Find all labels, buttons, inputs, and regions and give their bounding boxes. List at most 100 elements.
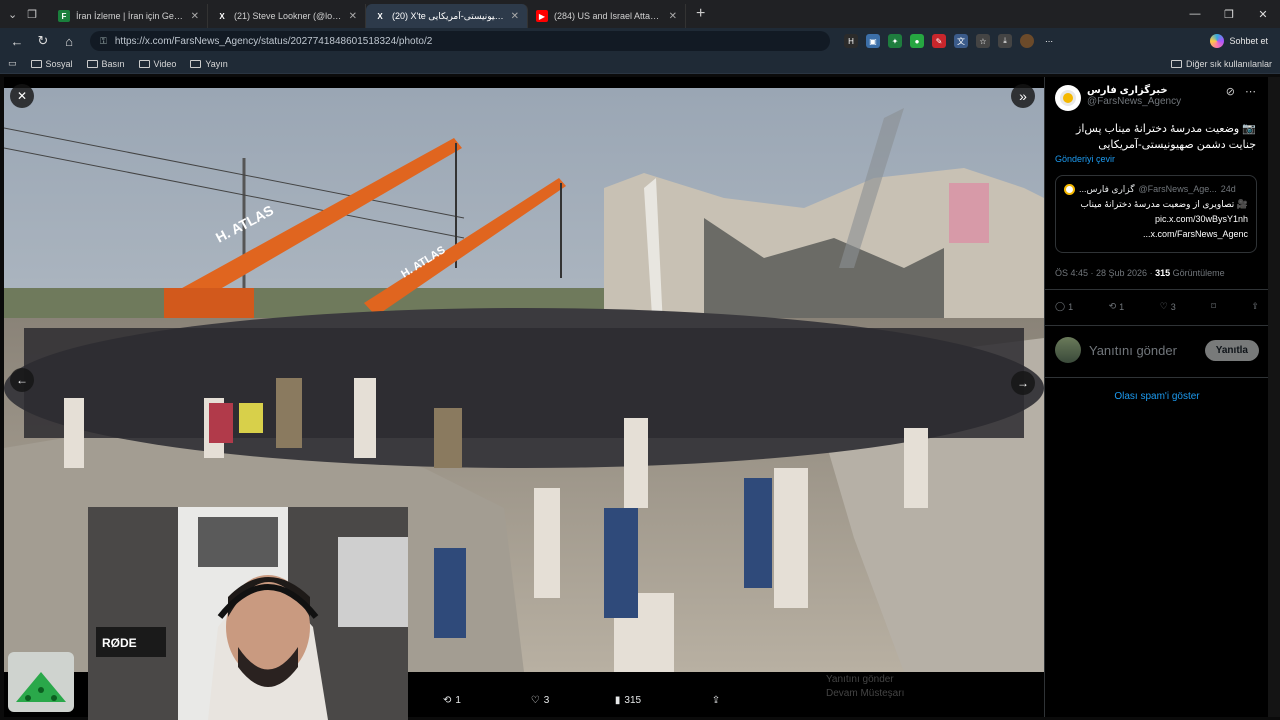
close-tab-icon[interactable]: ✕ xyxy=(669,11,677,22)
quote-age: 24d xyxy=(1220,184,1236,194)
quote-author-name: ...گزاری فارس xyxy=(1079,184,1135,194)
tab-fars-news[interactable]: X (20) X'te خبرگزاری فارس: "وضعیت مدرسهٔ… xyxy=(366,4,528,28)
copilot-button[interactable]: Sohbet et xyxy=(1210,34,1274,48)
photo-action-bar: ⟲ 1 ♡ 3 ▮ 315 ⇪ xyxy=(408,688,808,712)
tab-iran-izleme[interactable]: F İran İzleme | İran için Gerçek Zama ✕ xyxy=(50,4,208,28)
tab-title: (21) Steve Lookner (@lookner) / X xyxy=(234,11,343,21)
sticker-image xyxy=(8,652,74,712)
tab-list-icon[interactable]: ⌄ xyxy=(8,8,17,21)
address-bar-row: ← ↻ ⌂ ⚿ https://x.com/FarsNews_Agency/st… xyxy=(0,28,1280,54)
x-logo-icon: X xyxy=(377,11,383,21)
show-spam-link[interactable]: Olası spam'i göster xyxy=(1045,391,1269,402)
next-photo-button[interactable]: → xyxy=(1011,371,1035,395)
reply-stat[interactable]: ◯ 1 xyxy=(1055,301,1073,312)
tweet-timestamp[interactable]: ÖS 4:45 · 28 Şub 2026 · xyxy=(1055,268,1155,278)
extension-icon[interactable]: ● xyxy=(910,34,924,48)
reply-input[interactable]: Yanıtını gönder xyxy=(1089,343,1197,358)
close-tab-icon[interactable]: ✕ xyxy=(191,11,199,22)
tweet-views-label: Görüntüleme xyxy=(1170,268,1225,278)
tab-youtube[interactable]: ▶ (284) US and Israel Attack Iran - LI ✕ xyxy=(528,4,686,28)
quote-link-1[interactable]: pic.x.com/30wBysY1nh xyxy=(1064,212,1248,227)
tweet-author[interactable]: خبرگزاری فارس @FarsNews_Agency xyxy=(1055,85,1181,111)
bookmarks-bar: ▭ Sosyal Basın Video Yayın Diğer sık kul… xyxy=(0,54,1280,74)
divider xyxy=(1045,289,1269,290)
bookmark-folder-basin[interactable]: Basın xyxy=(86,58,125,69)
author-avatar[interactable] xyxy=(1055,85,1081,111)
previous-photo-button[interactable]: ← xyxy=(10,368,34,392)
back-icon[interactable]: ← xyxy=(6,34,28,49)
folder-icon xyxy=(138,59,150,68)
bookmark-label: Yayın xyxy=(205,58,228,69)
more-icon[interactable]: ⋯ xyxy=(1042,34,1056,48)
home-icon[interactable]: ⌂ xyxy=(58,34,80,49)
translate-link[interactable]: Gönderiyi çevir xyxy=(1055,154,1115,164)
close-tab-icon[interactable]: ✕ xyxy=(511,11,519,22)
quote-link-2[interactable]: ...x.com/FarsNews_Agenc xyxy=(1064,227,1248,242)
workspaces-icon[interactable]: ❐ xyxy=(27,8,37,21)
copilot-label: Sohbet et xyxy=(1229,36,1268,46)
new-tab-button[interactable]: + xyxy=(686,5,715,23)
divider xyxy=(1045,325,1269,326)
views-count: 315 xyxy=(624,694,642,706)
bookmark-menu-icon[interactable]: ▭ xyxy=(8,58,17,69)
downloads-icon[interactable]: ⤓ xyxy=(998,34,1012,48)
tab-title: (284) US and Israel Attack Iran - LI xyxy=(554,11,663,21)
extension-icon[interactable]: H xyxy=(844,34,858,48)
share-stat[interactable]: ⇪ xyxy=(1251,301,1259,312)
retweet-stat[interactable]: ⟲ 1 xyxy=(1109,301,1125,312)
retweet-action[interactable]: ⟲ 1 xyxy=(408,695,496,706)
tweet-meta: ÖS 4:45 · 28 Şub 2026 · 315 Görüntüleme xyxy=(1055,268,1225,278)
faded-line: Yanıtını gönder xyxy=(826,674,894,685)
author-handle[interactable]: @FarsNews_Agency xyxy=(1087,96,1181,107)
heart-icon: ♡ xyxy=(1159,301,1168,311)
extension-icon[interactable]: ✦ xyxy=(888,34,902,48)
author-name[interactable]: خبرگزاری فارس xyxy=(1087,85,1181,96)
youtube-icon: ▶ xyxy=(536,10,548,22)
heart-icon: ♡ xyxy=(530,694,540,706)
url-text: https://x.com/FarsNews_Agency/status/202… xyxy=(114,35,433,47)
views-action[interactable]: ▮ 315 xyxy=(584,695,672,706)
url-field[interactable]: ⚿ https://x.com/FarsNews_Agency/status/2… xyxy=(90,31,830,51)
streamer-webcam-image: RØDE xyxy=(88,507,408,720)
refresh-icon[interactable]: ↻ xyxy=(32,33,54,49)
restore-icon[interactable]: ❐ xyxy=(1212,0,1246,28)
tab-title: İran İzleme | İran için Gerçek Zama xyxy=(76,11,185,21)
other-bookmarks[interactable]: Diğer sık kullanılanlar xyxy=(1170,58,1272,69)
site-info-icon[interactable]: ⚿ xyxy=(100,36,107,47)
profile-avatar[interactable] xyxy=(1020,34,1034,48)
tab-steve-lookner[interactable]: X (21) Steve Lookner (@lookner) / X ✕ xyxy=(208,4,366,28)
mic-brand-label: RØDE xyxy=(102,636,137,650)
bookmark-folder-yayin[interactable]: Yayın xyxy=(190,58,228,69)
bookmark-stat[interactable]: ⌑ xyxy=(1211,301,1216,312)
bookmark-label: Basın xyxy=(101,58,125,69)
bookmark-label: Diğer sık kullanılanlar xyxy=(1185,58,1272,69)
minimize-icon[interactable]: — xyxy=(1178,0,1212,28)
folder-icon xyxy=(30,59,42,68)
share-icon: ⇪ xyxy=(1251,301,1259,311)
like-action[interactable]: ♡ 3 xyxy=(496,695,584,706)
expand-sidebar-button[interactable]: » xyxy=(1011,84,1035,108)
quote-author-handle: @FarsNews_Age... xyxy=(1138,184,1217,194)
tweet-views-count: 315 xyxy=(1155,268,1171,278)
like-stat[interactable]: ♡ 3 xyxy=(1160,301,1176,312)
close-window-icon[interactable]: ✕ xyxy=(1246,0,1280,28)
x-logo-icon: X xyxy=(219,11,225,21)
retweet-count: 1 xyxy=(1119,301,1125,312)
grok-icon[interactable]: ⊘ xyxy=(1226,85,1235,98)
bookmark-folder-video[interactable]: Video xyxy=(138,59,176,69)
more-options-icon[interactable]: ⋯ xyxy=(1245,85,1256,98)
extension-icon[interactable]: ▣ xyxy=(866,34,880,48)
reply-button[interactable]: Yanıtla xyxy=(1204,339,1259,361)
browser-tab-bar: ⌄ ❐ F İran İzleme | İran için Gerçek Zam… xyxy=(0,0,1280,28)
extension-icon[interactable]: 文 xyxy=(954,34,968,48)
bookmark-folder-sosyal[interactable]: Sosyal xyxy=(30,59,73,69)
extensions: H ▣ ✦ ● ✎ 文 ☆ ⤓ ⋯ xyxy=(844,34,1056,48)
quote-avatar xyxy=(1064,184,1075,195)
quoted-tweet[interactable]: ...گزاری فارس @FarsNews_Age... 24d 🎥 تصا… xyxy=(1055,175,1257,253)
favorites-icon[interactable]: ☆ xyxy=(976,34,990,48)
page-scrollbar[interactable] xyxy=(1268,77,1280,717)
extension-icon[interactable]: ✎ xyxy=(932,34,946,48)
close-viewer-button[interactable]: ✕ xyxy=(10,84,34,108)
share-action[interactable]: ⇪ xyxy=(672,695,760,706)
close-tab-icon[interactable]: ✕ xyxy=(349,11,357,22)
